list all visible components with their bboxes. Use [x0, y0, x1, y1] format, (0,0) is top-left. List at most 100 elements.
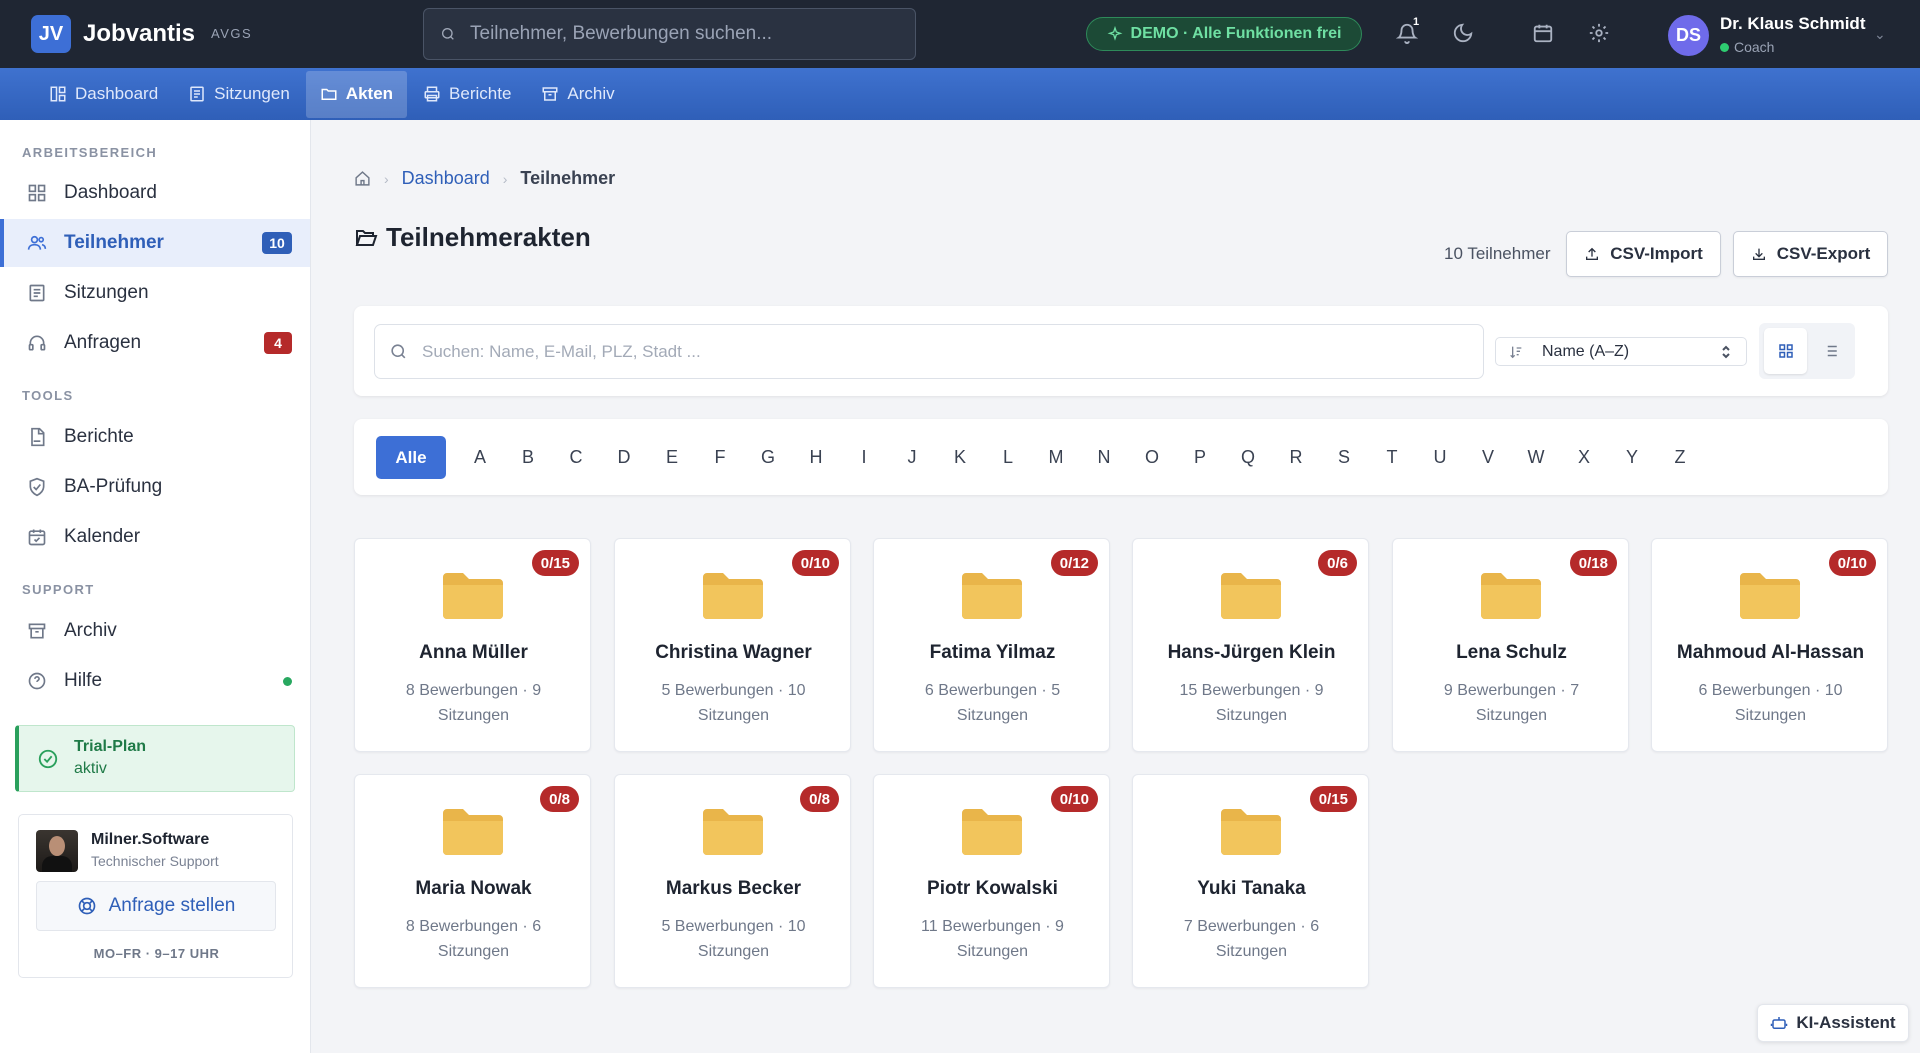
participant-card[interactable]: 0/8 Markus Becker 5 Bewerbungen · 10 Sit…	[614, 774, 851, 988]
user-name[interactable]: Dr. Klaus Schmidt	[1720, 14, 1865, 34]
calendar-check-icon	[28, 529, 46, 546]
participant-card[interactable]: 0/10 Piotr Kowalski 11 Bewerbungen · 9 S…	[873, 774, 1110, 988]
nav-label: Dashboard	[75, 84, 159, 103]
alpha-letter[interactable]: E	[657, 436, 687, 479]
count-badge: 4	[264, 332, 292, 354]
upload-icon	[1586, 247, 1599, 260]
breadcrumb-dashboard[interactable]: Dashboard	[402, 168, 490, 189]
alpha-letter[interactable]: M	[1041, 436, 1071, 479]
participant-meta: 5 Bewerbungen · 10 Sitzungen	[661, 918, 806, 960]
online-status-dot	[1720, 43, 1729, 52]
participant-name: Mahmoud Al-Hassan	[1676, 642, 1865, 663]
participant-meta: 5 Bewerbungen · 10 Sitzungen	[661, 682, 806, 724]
participant-card[interactable]: 0/10 Christina Wagner 5 Bewerbungen · 10…	[614, 538, 851, 752]
alpha-letter[interactable]: H	[801, 436, 831, 479]
sidebar-item-label: Dashboard	[64, 182, 157, 203]
alpha-letter[interactable]: C	[561, 436, 591, 479]
home-icon[interactable]	[354, 170, 371, 187]
calendar-icon[interactable]	[1530, 20, 1556, 46]
participant-card[interactable]: 0/10 Mahmoud Al-Hassan 6 Bewerbungen · 1…	[1651, 538, 1888, 752]
alpha-letter[interactable]: Y	[1617, 436, 1647, 479]
alpha-letter[interactable]: O	[1137, 436, 1167, 479]
participant-card[interactable]: 0/6 Hans-Jürgen Klein 15 Bewerbungen · 9…	[1132, 538, 1369, 752]
alpha-letter[interactable]: F	[705, 436, 735, 479]
nav-archiv[interactable]: Archiv	[527, 71, 628, 118]
archive-icon	[28, 623, 46, 639]
participant-card[interactable]: 0/12 Fatima Yilmaz 6 Bewerbungen · 5 Sit…	[873, 538, 1110, 752]
progress-badge: 0/15	[1309, 786, 1357, 812]
alpha-letter[interactable]: I	[849, 436, 879, 479]
sidebar-item-archiv[interactable]: Archiv	[0, 607, 310, 655]
folder-icon	[962, 809, 1022, 855]
chevron-down-icon[interactable]: ⌄	[1874, 26, 1886, 43]
alpha-letter[interactable]: G	[753, 436, 783, 479]
alpha-letter[interactable]: K	[945, 436, 975, 479]
app-logo[interactable]: JV	[31, 15, 71, 53]
grid-view-button[interactable]	[1764, 328, 1807, 374]
sidebar-item-label: BA-Prüfung	[64, 476, 163, 497]
sidebar-item-sitzungen[interactable]: Sitzungen	[0, 269, 310, 317]
alpha-letter[interactable]: T	[1377, 436, 1407, 479]
alpha-letter[interactable]: B	[513, 436, 543, 479]
moon-icon[interactable]	[1450, 20, 1476, 46]
sidebar-item-teilnehmer[interactable]: Teilnehmer 10	[0, 219, 310, 267]
sort-select[interactable]: Name (A–Z)	[1495, 337, 1747, 366]
alpha-letter[interactable]: W	[1521, 436, 1551, 479]
participant-search-input[interactable]	[422, 341, 1422, 362]
sidebar-item-dashboard[interactable]: Dashboard	[0, 169, 310, 217]
folder-icon	[443, 573, 503, 619]
view-toggle	[1759, 323, 1855, 379]
sidebar-item-berichte[interactable]: Berichte	[0, 413, 310, 461]
participant-search[interactable]	[374, 324, 1484, 379]
participant-card[interactable]: 0/18 Lena Schulz 9 Bewerbungen · 7 Sitzu…	[1392, 538, 1629, 752]
participant-card[interactable]: 0/15 Anna Müller 8 Bewerbungen · 9 Sitzu…	[354, 538, 591, 752]
alpha-letter[interactable]: L	[993, 436, 1023, 479]
demo-badge[interactable]: DEMO · Alle Funktionen frei	[1086, 17, 1362, 51]
breadcrumb-current: Teilnehmer	[520, 168, 616, 188]
nav-berichte[interactable]: Berichte	[409, 71, 525, 118]
csv-export-button[interactable]: CSV-Export	[1733, 231, 1888, 277]
sidebar-item-hilfe[interactable]: Hilfe	[0, 657, 310, 705]
alpha-letter[interactable]: J	[897, 436, 927, 479]
participant-meta: 6 Bewerbungen · 10 Sitzungen	[1698, 682, 1843, 724]
csv-import-button[interactable]: CSV-Import	[1566, 231, 1721, 277]
alpha-letter[interactable]: U	[1425, 436, 1455, 479]
nav-sitzungen[interactable]: Sitzungen	[174, 71, 304, 118]
alpha-letter[interactable]: Q	[1233, 436, 1263, 479]
sidebar-item-label: Hilfe	[64, 670, 103, 691]
sidebar-item-anfragen[interactable]: Anfragen 4	[0, 319, 310, 367]
avatar[interactable]: DS	[1668, 15, 1709, 56]
alpha-letter[interactable]: P	[1185, 436, 1215, 479]
alpha-all-button[interactable]: Alle	[376, 436, 446, 479]
participant-card[interactable]: 0/8 Maria Nowak 8 Bewerbungen · 6 Sitzun…	[354, 774, 591, 988]
global-search-input[interactable]	[470, 23, 890, 45]
nav-dashboard[interactable]: Dashboard	[35, 71, 172, 118]
participant-meta: 7 Bewerbungen · 6 Sitzungen	[1183, 918, 1320, 960]
nav-akten[interactable]: Akten	[305, 70, 408, 118]
grid-icon	[28, 184, 46, 202]
participant-name: Anna Müller	[419, 642, 528, 663]
sidebar: ARBEITSBEREICH Dashboard Teilnehmer 10 S…	[0, 120, 311, 1053]
sidebar-item-ba-pruefung[interactable]: BA-Prüfung	[0, 463, 310, 511]
search-icon	[442, 28, 454, 40]
brand-name[interactable]: Jobvantis	[83, 20, 195, 48]
sort-icon	[1510, 346, 1522, 358]
support-request-button[interactable]: Anfrage stellen	[36, 881, 276, 931]
page-title-text: Teilnehmerakten	[386, 222, 591, 252]
alpha-letter[interactable]: R	[1281, 436, 1311, 479]
global-search[interactable]	[423, 8, 916, 60]
alpha-letter[interactable]: N	[1089, 436, 1119, 479]
sidebar-item-kalender[interactable]: Kalender	[0, 513, 310, 561]
ki-assistant-button[interactable]: KI-Assistent	[1757, 1004, 1909, 1042]
alpha-letter[interactable]: A	[465, 436, 495, 479]
alpha-letter[interactable]: S	[1329, 436, 1359, 479]
list-view-button[interactable]	[1808, 328, 1851, 374]
alpha-letter[interactable]: V	[1473, 436, 1503, 479]
gear-icon[interactable]	[1586, 20, 1612, 46]
support-hours: MO–FR · 9–17 UHR	[93, 946, 220, 961]
alpha-letter[interactable]: D	[609, 436, 639, 479]
shield-check-icon	[29, 477, 45, 497]
alpha-letter[interactable]: X	[1569, 436, 1599, 479]
participant-card[interactable]: 0/15 Yuki Tanaka 7 Bewerbungen · 6 Sitzu…	[1132, 774, 1369, 988]
alpha-letter[interactable]: Z	[1665, 436, 1695, 479]
